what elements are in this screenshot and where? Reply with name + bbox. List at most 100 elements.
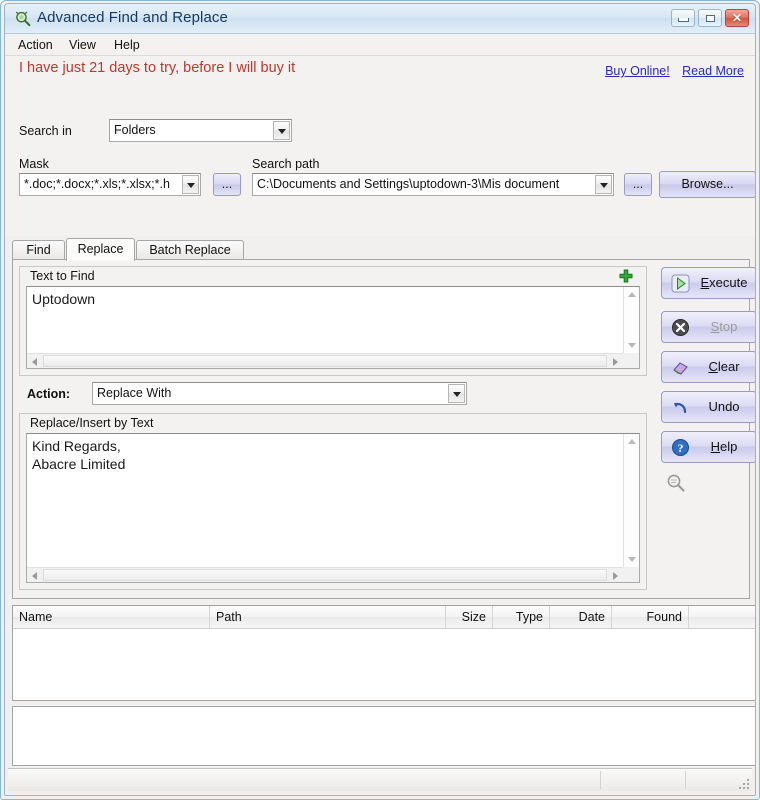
maximize-button[interactable] [698, 9, 722, 27]
status-separator [600, 771, 601, 789]
play-icon [671, 274, 690, 293]
menu-item-view[interactable]: View [65, 37, 100, 53]
text-to-find-value: Uptodown [32, 291, 96, 307]
trial-notice-bar: I have just 21 days to try, before I wil… [5, 56, 755, 84]
action-value: Replace With [97, 386, 172, 400]
undo-icon [671, 398, 690, 417]
execute-label: Execute [700, 275, 748, 290]
trial-message: I have just 21 days to try, before I wil… [19, 60, 296, 76]
window-controls: ✕ [671, 9, 749, 27]
maximize-icon [706, 15, 715, 22]
scrollbar-corner [623, 353, 639, 368]
replace-by-text-input[interactable]: Kind Regards, Abacre Limited [26, 433, 640, 583]
column-header-filler [689, 606, 755, 628]
replace-by-text-group-label: Replace/Insert by Text [27, 416, 157, 430]
search-path-combo[interactable]: C:\Documents and Settings\uptodown-3\Mis… [252, 173, 614, 196]
chevron-down-icon[interactable] [182, 175, 199, 194]
green-plus-icon[interactable] [619, 269, 633, 283]
column-header-size[interactable]: Size [446, 606, 493, 628]
menu-bar: Action View Help [5, 34, 755, 56]
text-to-find-vertical-scrollbar[interactable] [623, 287, 639, 353]
replace-horizontal-scrollbar[interactable] [27, 567, 623, 582]
results-list[interactable]: Name Path Size Type Date Found [12, 605, 755, 701]
chevron-down-icon[interactable] [595, 175, 612, 194]
tab-batch-replace[interactable]: Batch Replace [136, 240, 244, 260]
tab-find[interactable]: Find [12, 240, 65, 260]
status-separator [685, 771, 686, 789]
menu-item-action[interactable]: Action [14, 37, 57, 53]
application-window: Advanced Find and Replace ✕ Action View … [0, 0, 760, 800]
search-preview-icon[interactable] [665, 472, 687, 494]
scroll-thumb[interactable] [43, 569, 607, 581]
title-bar: Advanced Find and Replace ✕ [5, 4, 755, 34]
help-label: Help [710, 439, 738, 454]
column-header-path[interactable]: Path [210, 606, 446, 628]
buy-online-link[interactable]: Buy Online! [605, 64, 670, 78]
stop-label: Stop [710, 319, 738, 334]
text-to-find-horizontal-scrollbar[interactable] [27, 353, 623, 368]
scroll-right-icon[interactable] [613, 572, 618, 580]
search-in-label: Search in [19, 124, 72, 138]
close-button[interactable]: ✕ [725, 9, 749, 27]
clear-button[interactable]: Clear [661, 351, 755, 383]
scroll-down-icon[interactable] [628, 343, 636, 348]
undo-button[interactable]: Undo [661, 391, 755, 423]
search-path-value: C:\Documents and Settings\uptodown-3\Mis… [257, 177, 560, 191]
column-header-date[interactable]: Date [550, 606, 612, 628]
search-options-panel: Search in Folders Mask *.doc;*.docx;*.xl… [5, 84, 755, 304]
action-label: Action: [27, 387, 71, 401]
undo-label: Undo [708, 399, 740, 414]
mask-ellipsis-button[interactable]: ... [213, 173, 241, 196]
scroll-left-icon[interactable] [32, 572, 37, 580]
svg-text:?: ? [678, 441, 684, 455]
trial-links: Buy Online! Read More [597, 62, 744, 80]
scroll-up-icon[interactable] [628, 292, 636, 297]
resize-grip-icon[interactable] [735, 775, 749, 789]
stop-icon [671, 318, 690, 337]
path-ellipsis-button[interactable]: ... [624, 173, 652, 196]
scroll-right-icon[interactable] [613, 358, 618, 366]
search-path-label: Search path [252, 157, 320, 171]
column-header-name[interactable]: Name [13, 606, 210, 628]
scroll-left-icon[interactable] [32, 358, 37, 366]
minimize-icon [678, 18, 689, 22]
execute-button[interactable]: Execute [661, 267, 755, 299]
close-icon: ✕ [731, 11, 743, 25]
scroll-thumb[interactable] [43, 355, 607, 367]
clear-label: Clear [708, 359, 740, 374]
mask-combo[interactable]: *.doc;*.docx;*.xls;*.xlsx;*.h [19, 173, 201, 196]
column-header-type[interactable]: Type [493, 606, 550, 628]
read-more-link[interactable]: Read More [682, 64, 744, 78]
chevron-down-icon[interactable] [448, 384, 465, 403]
replace-by-text-value: Kind Regards, Abacre Limited [32, 438, 126, 472]
magnifier-icon [14, 10, 32, 28]
replace-vertical-scrollbar[interactable] [623, 434, 639, 567]
status-bar [8, 768, 752, 791]
scroll-up-icon[interactable] [628, 439, 636, 444]
mask-value: *.doc;*.docx;*.xls;*.xlsx;*.h [24, 177, 170, 191]
text-to-find-group-label: Text to Find [27, 269, 98, 283]
stop-button: Stop [661, 311, 755, 343]
eraser-icon [671, 358, 690, 377]
minimize-button[interactable] [671, 9, 695, 27]
scrollbar-corner [623, 567, 639, 582]
results-header-row: Name Path Size Type Date Found [13, 606, 755, 629]
replace-tab-page: Text to Find Uptodown Action: Replace Wi… [12, 259, 750, 599]
help-button[interactable]: ? Help [661, 431, 755, 463]
window-title: Advanced Find and Replace [37, 9, 228, 26]
scroll-down-icon[interactable] [628, 557, 636, 562]
chevron-down-icon[interactable] [273, 121, 290, 140]
action-combo[interactable]: Replace With [92, 382, 467, 405]
column-header-found[interactable]: Found [612, 606, 689, 628]
mask-label: Mask [19, 157, 49, 171]
preview-pane[interactable] [12, 706, 755, 766]
browse-button[interactable]: Browse... [659, 171, 755, 198]
text-to-find-input[interactable]: Uptodown [26, 286, 640, 369]
window-client-area: Advanced Find and Replace ✕ Action View … [4, 3, 756, 796]
menu-item-help[interactable]: Help [110, 37, 144, 53]
tab-replace[interactable]: Replace [66, 238, 135, 261]
search-in-value: Folders [114, 123, 156, 137]
help-icon: ? [671, 438, 690, 457]
tab-strip: Find Replace Batch Replace [12, 238, 750, 261]
search-in-combo[interactable]: Folders [109, 119, 292, 142]
